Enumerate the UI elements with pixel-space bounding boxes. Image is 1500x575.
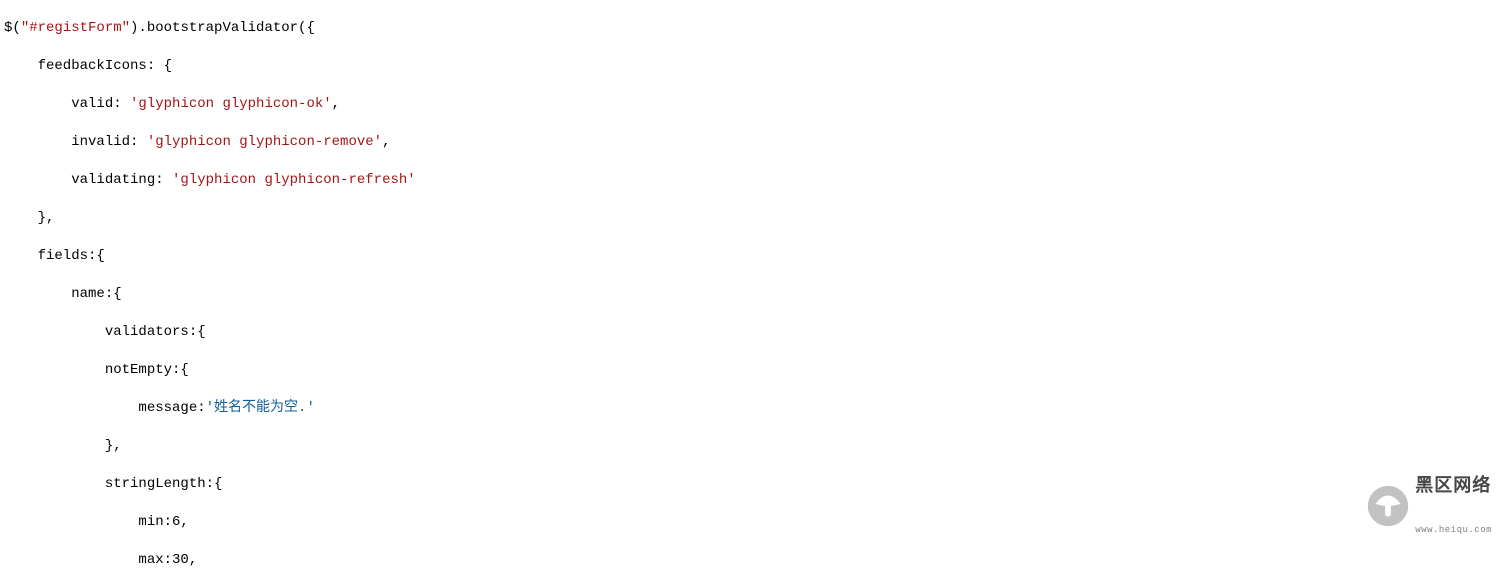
code-line: max:30, [4, 551, 1500, 570]
code-line: feedbackIcons: { [4, 57, 1500, 76]
code-line: invalid: 'glyphicon glyphicon-remove', [4, 133, 1500, 152]
code-line: }, [4, 209, 1500, 228]
code-line: stringLength:{ [4, 475, 1500, 494]
code-line: fields:{ [4, 247, 1500, 266]
code-editor[interactable]: $("#registForm").bootstrapValidator({ fe… [0, 0, 1500, 575]
code-line: notEmpty:{ [4, 361, 1500, 380]
code-line: valid: 'glyphicon glyphicon-ok', [4, 95, 1500, 114]
code-line: message:'姓名不能为空.' [4, 399, 1500, 418]
code-line: $("#registForm").bootstrapValidator({ [4, 19, 1500, 38]
code-line: min:6, [4, 513, 1500, 532]
code-line: }, [4, 437, 1500, 456]
code-line: validators:{ [4, 323, 1500, 342]
site-watermark: 黑区网络 www.heiqu.com [1367, 445, 1492, 567]
code-line: name:{ [4, 285, 1500, 304]
code-line: validating: 'glyphicon glyphicon-refresh… [4, 171, 1500, 190]
